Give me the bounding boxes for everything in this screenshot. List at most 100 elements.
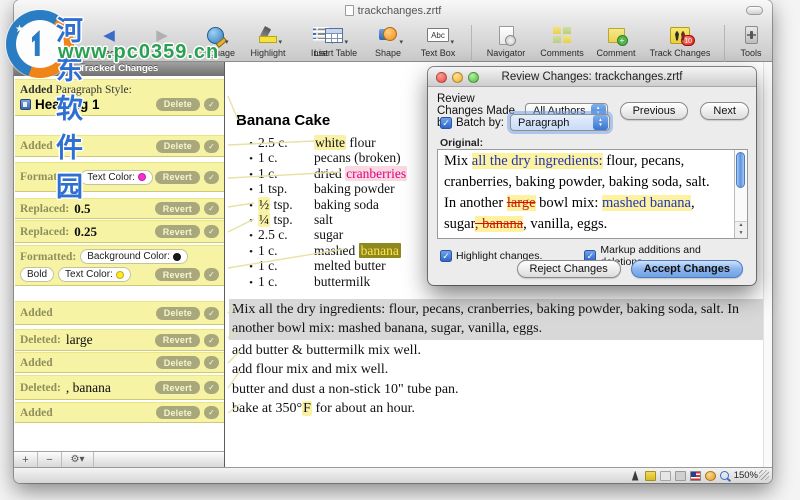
language-button[interactable]: ▾ Language (193, 23, 237, 58)
add-button[interactable]: + (14, 452, 38, 467)
dialog-title-bar[interactable]: Review Changes: trackchanges.zrtf (428, 67, 756, 87)
navigator-button[interactable]: Navigator (481, 23, 531, 58)
bullet-icon: • (249, 184, 253, 197)
revert-change-button[interactable]: Revert (154, 381, 200, 394)
typography-icon[interactable] (631, 470, 639, 481)
approve-change-button[interactable]: ✓ (204, 381, 219, 394)
remove-button[interactable]: − (38, 452, 62, 467)
back-button[interactable]: ◀ Back (87, 23, 131, 59)
toolbar-separator (471, 25, 472, 65)
check-icon: ✓ (442, 117, 450, 128)
minimize-button[interactable] (452, 71, 463, 83)
approve-change-button[interactable]: ✓ (204, 333, 219, 347)
delete-change-button[interactable]: Delete (155, 139, 200, 153)
text-box-button[interactable]: Abc ▾ Text Box (414, 23, 462, 58)
tracked-change-card[interactable]: Deleted: , banana Revert ✓ (15, 375, 224, 400)
check-icon: ✓ (208, 383, 215, 392)
revert-change-button[interactable]: Revert (154, 268, 200, 281)
new-button[interactable]: New (34, 23, 78, 58)
ingredient-row: • 1 c. dried cranberries (244, 165, 408, 181)
page-view-alt-icon[interactable] (674, 470, 686, 481)
track-changes-icon: 10 (670, 26, 695, 46)
track-changes-button[interactable]: 10 Track Changes (645, 23, 715, 58)
tracked-change-card[interactable]: Added Paragraph Style: Heading 1 Delete ✓ (15, 79, 224, 116)
approve-change-button[interactable]: ✓ (204, 306, 219, 320)
check-icon: ✓ (208, 270, 215, 279)
scrollbar-arrows[interactable]: ▲ ▼ (735, 221, 747, 238)
tracked-change-card[interactable]: Replaced: 0.25 Revert ✓ (15, 220, 224, 243)
text-box-icon: Abc (427, 28, 449, 42)
delete-change-button[interactable]: Delete (155, 306, 200, 320)
approve-change-button[interactable]: ✓ (204, 406, 219, 419)
status-bar: 150% (14, 467, 772, 483)
insert-table-button[interactable]: ▾ Insert Table (306, 23, 362, 58)
tracked-change-card[interactable]: Deleted: large Revert ✓ (15, 329, 224, 351)
document-scroll-area[interactable] (763, 62, 772, 467)
delete-change-button[interactable]: Delete (155, 97, 200, 111)
approve-change-button[interactable]: ✓ (204, 202, 219, 215)
revert-change-button[interactable]: Revert (154, 202, 200, 215)
reject-changes-button[interactable]: Reject Changes (516, 260, 621, 278)
tracked-change-card[interactable]: Added Delete ✓ (15, 301, 224, 325)
selected-paragraph[interactable]: Mix all the dry ingredients: flour, peca… (229, 299, 763, 340)
ingredient-row: • 2.5 c. sugar (244, 227, 407, 242)
approve-change-button[interactable]: ✓ (204, 356, 219, 369)
previous-button[interactable]: Previous (619, 102, 689, 120)
tracked-change-card[interactable]: Formatted: Background Color: Bold Text C… (15, 245, 224, 286)
page-view-icon[interactable] (659, 470, 671, 481)
check-icon: ✓ (208, 141, 215, 151)
check-icon: ✓ (208, 172, 215, 182)
check-icon: ✓ (208, 227, 215, 236)
deletion-text: large (506, 195, 536, 211)
resize-grip[interactable] (759, 470, 769, 480)
delete-change-button[interactable]: Delete (155, 406, 200, 419)
batch-by-row: ✓ Batch by: Paragraph ▲ ▼ (440, 114, 610, 131)
revert-change-button[interactable]: Revert (154, 333, 200, 347)
approve-change-button[interactable]: ✓ (204, 139, 219, 153)
bullet-icon: • (249, 245, 253, 258)
document-proxy-icon[interactable] (344, 5, 354, 16)
comments-button[interactable]: Comments (537, 23, 587, 58)
added-text: white (314, 135, 346, 150)
color-dot (138, 173, 146, 181)
highlight-state-icon[interactable] (644, 470, 656, 481)
original-text-area[interactable]: Mix all the dry ingredients: flour, peca… (437, 149, 748, 239)
zoom-icon[interactable] (719, 471, 729, 480)
approve-change-button[interactable]: ✓ (204, 225, 219, 238)
scrollbar-thumb[interactable] (736, 152, 745, 188)
accept-changes-button[interactable]: Accept Changes (630, 260, 743, 278)
action-menu-button[interactable]: ⚙▾ (62, 452, 94, 467)
check-icon: ✓ (208, 408, 215, 417)
batch-unit-popup[interactable]: Paragraph ▲ ▼ (509, 114, 610, 131)
comment-note-icon (607, 27, 628, 46)
tracked-change-card[interactable]: Added Delete ✓ (15, 352, 224, 373)
us-flag-icon[interactable] (689, 470, 701, 481)
status-icons: 150% (630, 470, 758, 481)
revert-change-button[interactable]: Revert (154, 225, 200, 238)
close-button[interactable] (436, 71, 447, 83)
shape-button[interactable]: ▾ Shape (368, 23, 408, 58)
approve-change-button[interactable]: ✓ (204, 97, 219, 111)
tools-button[interactable]: Tools (734, 23, 768, 58)
comment-button[interactable]: Comment (593, 23, 639, 58)
batch-by-checkbox[interactable]: ✓ (440, 116, 452, 129)
revert-change-button[interactable]: Revert (154, 170, 200, 184)
tracked-change-card[interactable]: Added Delete ✓ (15, 402, 224, 423)
delete-change-button[interactable]: Delete (155, 356, 200, 369)
toolbar-toggle-button[interactable] (746, 6, 763, 15)
tracked-change-card[interactable]: Replaced: 0.5 Revert ✓ (15, 198, 224, 219)
tracked-change-card[interactable]: Formatted: Text Color: Revert ✓ (15, 162, 224, 192)
next-button[interactable]: Next (700, 102, 749, 120)
macro-icon[interactable] (704, 470, 716, 481)
dialog-scrollbar[interactable]: ▲ ▼ (734, 150, 747, 238)
approve-change-button[interactable]: ✓ (204, 268, 219, 281)
zoom-level[interactable]: 150% (734, 470, 758, 481)
tracked-change-card[interactable]: Added Delete ✓ (15, 135, 224, 157)
table-icon (325, 27, 343, 43)
highlight-button[interactable]: ▾ Highlight (246, 23, 290, 58)
approve-change-button[interactable]: ✓ (204, 170, 219, 184)
forward-button[interactable]: ▶ Forward (140, 23, 184, 59)
panel-footer-toolbar: + − ⚙▾ (14, 451, 224, 467)
zoom-button[interactable] (468, 71, 479, 83)
deletion-text: , banana (474, 216, 524, 232)
